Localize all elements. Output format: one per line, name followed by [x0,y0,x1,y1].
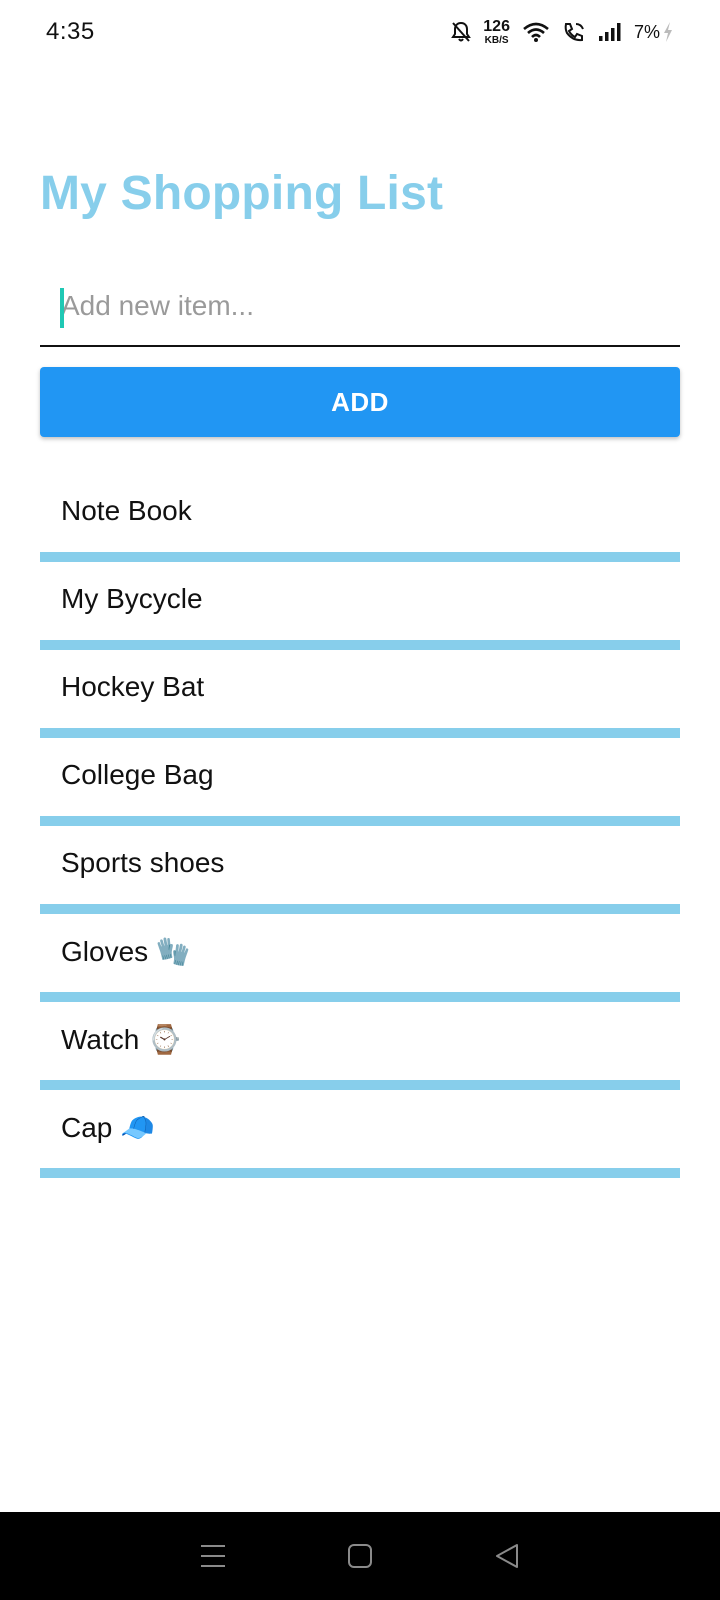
list-item[interactable]: My Bycycle [40,562,680,650]
item-input-wrapper [40,270,680,347]
page-title: My Shopping List [40,167,444,220]
status-time: 4:35 [46,18,95,45]
list-item-label: Watch ⌚ [61,1023,182,1055]
list-item[interactable]: Sports shoes [40,826,680,914]
add-button[interactable]: ADD [40,367,680,437]
battery: 7% [634,21,674,43]
bell-off-icon [451,21,472,43]
list-item-label: My Bycycle [61,583,203,614]
net-speed-value: 126 [483,17,510,35]
charging-icon [662,21,674,43]
status-bar: 4:35 126 KB/S 7% [0,0,720,64]
navigation-bar [0,1512,720,1600]
list-item[interactable]: College Bag [40,738,680,826]
text-cursor [60,288,64,328]
list-item[interactable]: Note Book [40,474,680,562]
wifi-icon [522,21,550,43]
wifi-call-icon [562,21,586,43]
list-item-label: Cap 🧢 [61,1111,156,1143]
list-item-label: Gloves 🧤 [61,935,191,967]
status-icons: 126 KB/S 7% [451,17,674,46]
list-item[interactable]: Hockey Bat [40,650,680,738]
screen: 4:35 126 KB/S 7% My Shopping List Add ne… [0,0,720,1600]
list-item-label: Note Book [61,495,192,526]
net-speed: 126 KB/S [483,17,510,46]
back-icon[interactable] [477,1526,537,1586]
net-speed-unit: KB/S [484,34,509,46]
battery-level: 7% [633,21,660,42]
signal-icon [598,22,622,42]
list-item[interactable]: Cap 🧢 [40,1090,680,1178]
item-input[interactable] [40,270,680,345]
list-item-label: College Bag [61,759,214,790]
list-item-label: Hockey Bat [61,671,205,702]
shopping-list: Note Book My Bycycle Hockey Bat College … [40,474,680,1178]
menu-icon[interactable] [183,1526,243,1586]
home-icon[interactable] [330,1526,390,1586]
list-item-label: Sports shoes [61,847,225,878]
list-item[interactable]: Watch ⌚ [40,1002,680,1090]
list-item[interactable]: Gloves 🧤 [40,914,680,1002]
